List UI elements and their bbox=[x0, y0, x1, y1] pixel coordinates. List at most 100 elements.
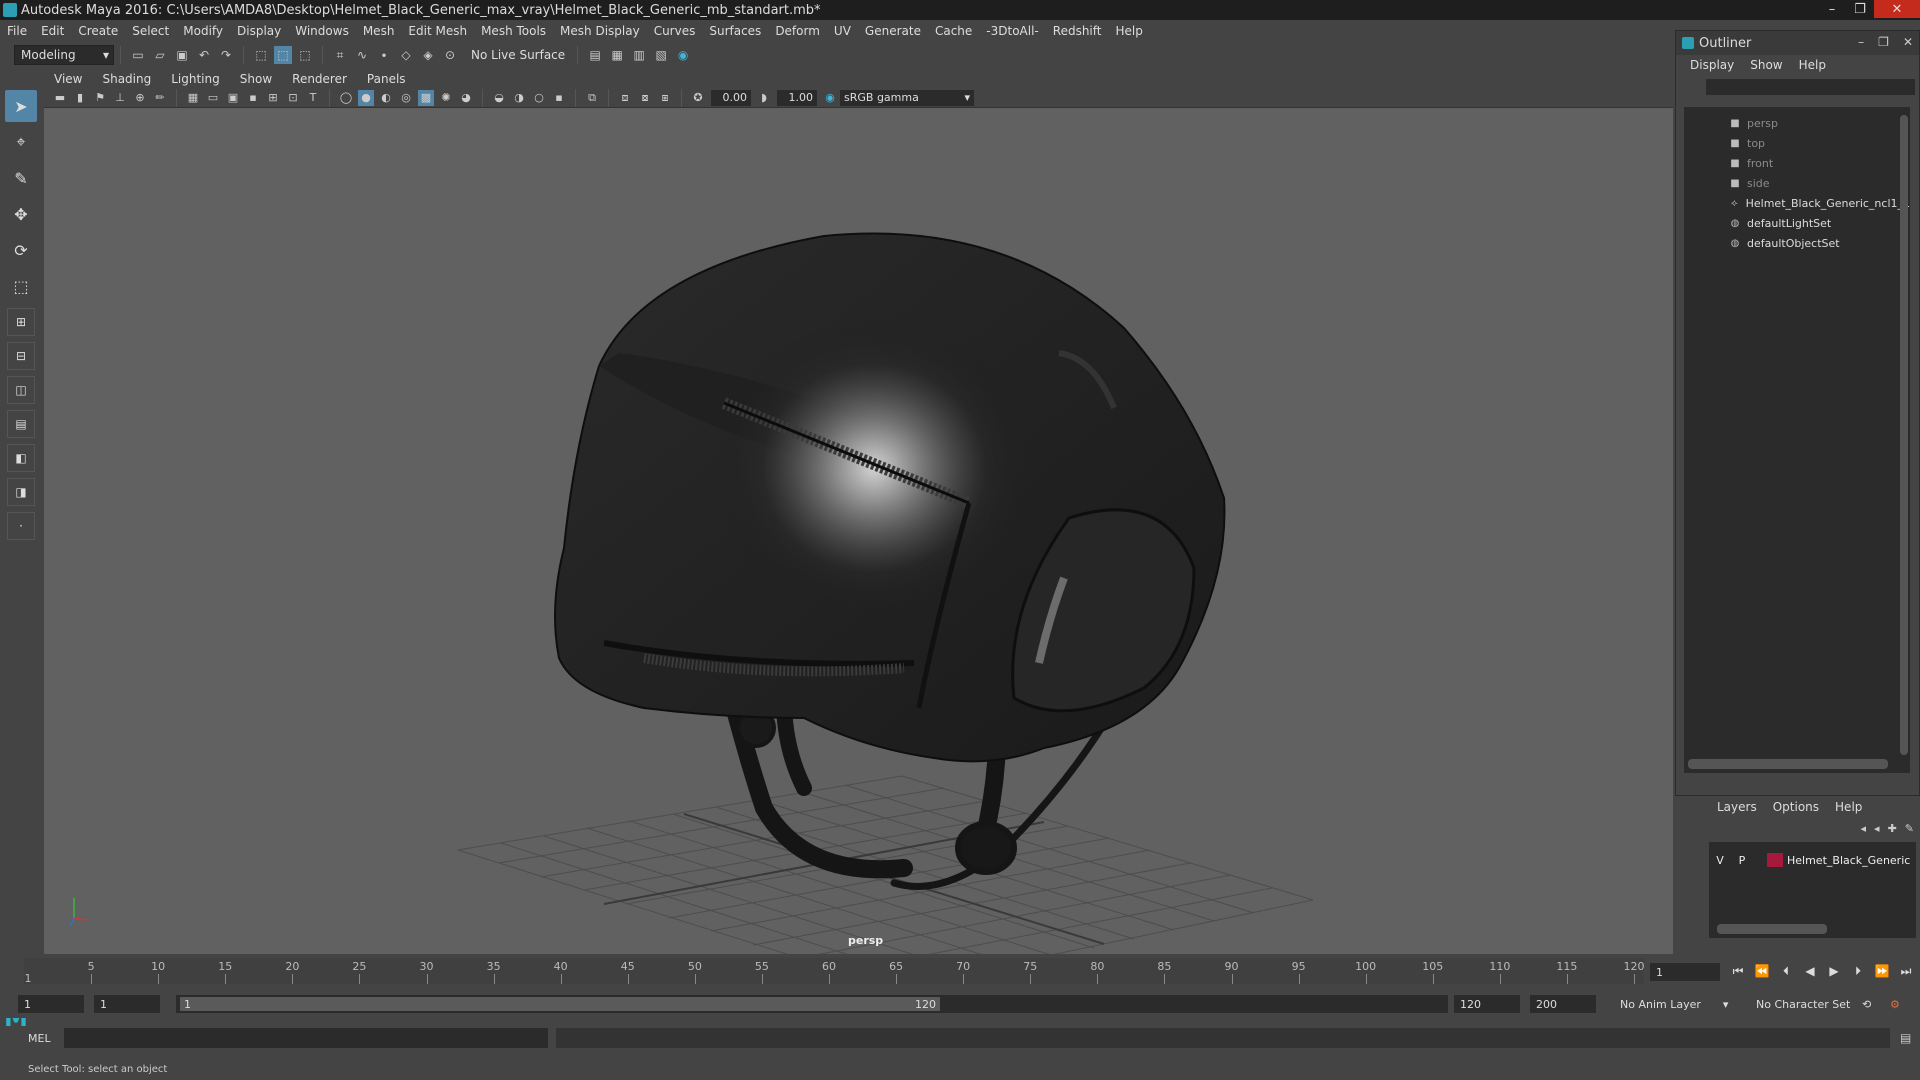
menu-windows[interactable]: Windows bbox=[288, 24, 356, 38]
outliner-maximize-icon[interactable]: ❐ bbox=[1878, 35, 1889, 49]
persp-outliner-layout-icon[interactable]: ◧ bbox=[7, 444, 35, 472]
single-perspective-layout-icon[interactable]: ⊞ bbox=[7, 308, 35, 336]
hypershade-icon[interactable]: ◉ bbox=[674, 46, 692, 64]
menu-generate[interactable]: Generate bbox=[858, 24, 928, 38]
outliner-close-icon[interactable]: ✕ bbox=[1903, 35, 1913, 49]
motion-blur-icon[interactable]: ◑ bbox=[511, 90, 527, 106]
menu-mesh-display[interactable]: Mesh Display bbox=[553, 24, 647, 38]
layer-color-swatch[interactable] bbox=[1767, 853, 1783, 867]
outliner-item-default-object-set[interactable]: ◍ defaultObjectSet bbox=[1684, 233, 1910, 253]
menu-deform[interactable]: Deform bbox=[768, 24, 827, 38]
outliner-item-default-light-set[interactable]: ◍ defaultLightSet bbox=[1684, 213, 1910, 233]
exposure-icon[interactable]: ✪ bbox=[690, 90, 706, 106]
step-back-key-icon[interactable]: ⏪ bbox=[1752, 962, 1772, 980]
character-set-dropdown[interactable]: No Character Set bbox=[1756, 995, 1876, 1013]
select-tool-icon[interactable]: ➤ bbox=[5, 90, 37, 122]
playback-end-field[interactable]: 120 bbox=[1454, 995, 1520, 1013]
range-slider-handle[interactable]: 1 120 bbox=[180, 997, 940, 1011]
outliner-search-input[interactable] bbox=[1706, 79, 1915, 95]
more-layouts-icon[interactable]: · bbox=[7, 512, 35, 540]
layer-menu-options[interactable]: Options bbox=[1765, 800, 1827, 814]
paint-select-tool-icon[interactable]: ✎ bbox=[5, 162, 37, 194]
menu-3dtoall[interactable]: -3DtoAll- bbox=[979, 24, 1045, 38]
select-camera-icon[interactable]: ▬ bbox=[52, 90, 68, 106]
animation-start-field[interactable]: 1 bbox=[18, 995, 84, 1013]
move-layer-down-icon[interactable]: ◂ bbox=[1874, 822, 1880, 835]
layer-playback-toggle[interactable]: P bbox=[1731, 854, 1753, 867]
field-chart-icon[interactable]: ⊞ bbox=[265, 90, 281, 106]
layer-menu-help[interactable]: Help bbox=[1827, 800, 1870, 814]
auto-key-icon[interactable]: ⟲ bbox=[1862, 995, 1871, 1013]
preferences-icon[interactable]: ⚙ bbox=[1890, 995, 1900, 1013]
step-back-frame-icon[interactable]: ⏴ bbox=[1776, 962, 1796, 980]
menu-set-dropdown[interactable]: Modeling ▾ bbox=[14, 45, 114, 65]
layer-visibility-toggle[interactable]: V bbox=[1709, 854, 1731, 867]
depth-of-field-icon[interactable]: ▪ bbox=[551, 90, 567, 106]
menu-create[interactable]: Create bbox=[71, 24, 125, 38]
snap-point-icon[interactable]: ∙ bbox=[375, 46, 393, 64]
layer-row[interactable]: V P Helmet_Black_Generic bbox=[1709, 850, 1916, 870]
camera-attributes-icon[interactable]: ▮ bbox=[72, 90, 88, 106]
select-component-icon[interactable]: ⬚ bbox=[296, 46, 314, 64]
menu-mesh-tools[interactable]: Mesh Tools bbox=[474, 24, 553, 38]
gamma-field[interactable]: 1.00 bbox=[777, 89, 817, 106]
viewport-menu-lighting[interactable]: Lighting bbox=[161, 72, 230, 86]
range-slider-bar[interactable]: 1 120 bbox=[176, 995, 1448, 1013]
shadows-icon[interactable]: ◕ bbox=[458, 90, 474, 106]
outliner-item-front[interactable]: ■ front bbox=[1684, 153, 1910, 173]
menu-curves[interactable]: Curves bbox=[647, 24, 703, 38]
gate-mask-icon[interactable]: ▪ bbox=[245, 90, 261, 106]
two-d-pan-zoom-icon[interactable]: ⊕ bbox=[132, 90, 148, 106]
ipr-render-icon[interactable]: ▥ bbox=[630, 46, 648, 64]
persp-graph-layout-icon[interactable]: ▤ bbox=[7, 410, 35, 438]
step-forward-key-icon[interactable]: ⏩ bbox=[1872, 962, 1892, 980]
perspective-viewport[interactable]: persp bbox=[44, 108, 1673, 954]
redo-icon[interactable]: ↷ bbox=[217, 46, 235, 64]
live-surface-field[interactable]: No Live Surface bbox=[465, 45, 571, 65]
menu-cache[interactable]: Cache bbox=[928, 24, 979, 38]
play-backwards-icon[interactable]: ◀ bbox=[1800, 962, 1820, 980]
resolution-gate-icon[interactable]: ▣ bbox=[225, 90, 241, 106]
snap-view-plane-icon[interactable]: ◇ bbox=[397, 46, 415, 64]
viewport-menu-renderer[interactable]: Renderer bbox=[282, 72, 357, 86]
safe-action-icon[interactable]: ⊡ bbox=[285, 90, 301, 106]
outliner-item-side[interactable]: ■ side bbox=[1684, 173, 1910, 193]
xray-joints-icon[interactable]: ⧆ bbox=[657, 90, 673, 106]
outliner-persp-layout-icon[interactable]: ◨ bbox=[7, 478, 35, 506]
current-frame-field[interactable]: 1 bbox=[1650, 963, 1720, 981]
script-editor-icon[interactable]: ▤ bbox=[1900, 1031, 1911, 1045]
save-scene-icon[interactable]: ▣ bbox=[173, 46, 191, 64]
menu-display[interactable]: Display bbox=[230, 24, 288, 38]
anim-layer-dropdown[interactable]: No Anim Layer ▾ bbox=[1620, 995, 1740, 1013]
screen-space-ao-icon[interactable]: ◒ bbox=[491, 90, 507, 106]
make-live-icon[interactable]: ⊙ bbox=[441, 46, 459, 64]
scale-tool-icon[interactable]: ⬚ bbox=[5, 270, 37, 302]
anti-aliasing-icon[interactable]: ○ bbox=[531, 90, 547, 106]
layer-menu-layers[interactable]: Layers bbox=[1709, 800, 1765, 814]
menu-help[interactable]: Help bbox=[1108, 24, 1149, 38]
side-by-side-layout-icon[interactable]: ◫ bbox=[7, 376, 35, 404]
menu-file[interactable]: File bbox=[0, 24, 34, 38]
open-scene-icon[interactable]: ▱ bbox=[151, 46, 169, 64]
menu-modify[interactable]: Modify bbox=[176, 24, 230, 38]
new-layer-icon[interactable]: ✚ bbox=[1888, 822, 1897, 835]
grid-icon[interactable]: ▦ bbox=[185, 90, 201, 106]
playback-start-field[interactable]: 1 bbox=[94, 995, 160, 1013]
isolate-select-icon[interactable]: ⧉ bbox=[584, 90, 600, 106]
outliner-menu-show[interactable]: Show bbox=[1742, 58, 1790, 72]
film-gate-icon[interactable]: ▭ bbox=[205, 90, 221, 106]
menu-surfaces[interactable]: Surfaces bbox=[702, 24, 768, 38]
menu-mesh[interactable]: Mesh bbox=[356, 24, 402, 38]
viewport-menu-show[interactable]: Show bbox=[230, 72, 282, 86]
view-transform-dropdown[interactable]: sRGB gamma ▾ bbox=[840, 89, 974, 106]
viewport-menu-panels[interactable]: Panels bbox=[357, 72, 416, 86]
use-all-lights-icon[interactable]: ✺ bbox=[438, 90, 454, 106]
textured-icon[interactable]: ▩ bbox=[418, 89, 434, 106]
outliner-item-helmet[interactable]: ⟡ Helmet_Black_Generic_ncl1_1 bbox=[1684, 193, 1910, 213]
viewport-menu-view[interactable]: View bbox=[44, 72, 92, 86]
go-to-start-icon[interactable]: ⏮ bbox=[1728, 962, 1748, 980]
go-to-end-icon[interactable]: ⏭ bbox=[1896, 962, 1916, 980]
snap-curve-icon[interactable]: ∿ bbox=[353, 46, 371, 64]
render-frame-icon[interactable]: ▦ bbox=[608, 46, 626, 64]
menu-uv[interactable]: UV bbox=[827, 24, 858, 38]
